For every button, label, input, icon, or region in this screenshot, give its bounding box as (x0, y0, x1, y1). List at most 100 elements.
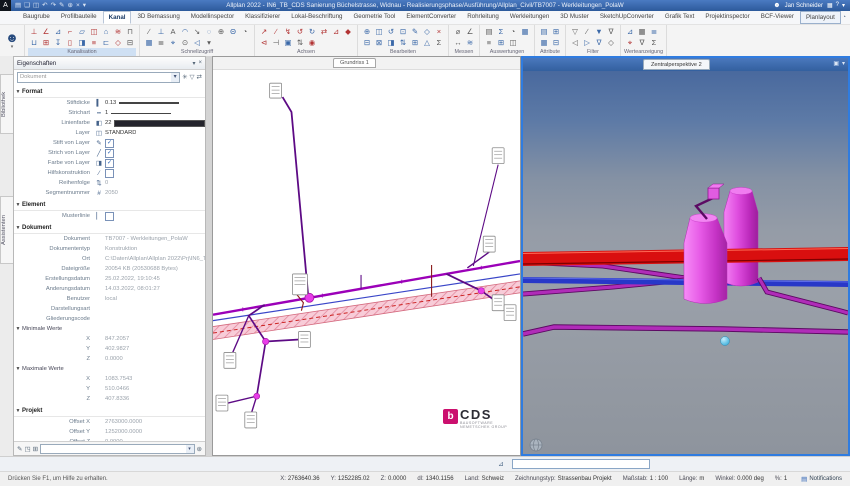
property-row[interactable]: Strich von Layer╱✓ (14, 148, 205, 158)
tool-icon[interactable]: ≡ (483, 37, 495, 48)
tool-icon[interactable]: ⊓ (124, 26, 136, 37)
tool-icon[interactable]: ⌀ (452, 26, 464, 37)
ribbon-tab-geometrie-tool[interactable]: Geometrie Tool (348, 11, 400, 24)
quick-access-icon[interactable]: ✎ (59, 0, 64, 11)
property-value[interactable]: ✓ (105, 159, 114, 168)
property-row[interactable]: DokumententypKonstruktion (14, 244, 205, 254)
tool-icon[interactable]: ≣ (155, 37, 167, 48)
tool-icon[interactable]: ∠ (40, 26, 52, 37)
property-row[interactable]: Y402.9827 (14, 344, 205, 354)
property-value[interactable]: 22 (105, 120, 205, 127)
tool-icon[interactable]: ↺ (294, 26, 306, 37)
maximize-icon[interactable]: ▣ (833, 60, 839, 67)
property-row[interactable]: Segmentnummer#2050 (14, 188, 205, 198)
tool-icon[interactable]: ▾ (203, 37, 215, 48)
favorite-combo[interactable]: ▾ (40, 444, 194, 454)
tool-icon[interactable]: ▽ (569, 26, 581, 37)
property-row[interactable]: OrtC:\Daten\Allplan\Allplan 2022\Prj\IN6… (14, 254, 205, 264)
property-row[interactable]: Reihenfolge⇅0 (14, 178, 205, 188)
tool-icon[interactable]: ⌖ (167, 37, 179, 48)
match-icon[interactable]: ✳ (182, 73, 187, 81)
checkbox[interactable] (105, 212, 114, 221)
chevron-down-icon[interactable]: ▾ (171, 73, 179, 82)
quick-access-icon[interactable]: × (76, 0, 80, 11)
chevron-down-icon[interactable]: ▾ (842, 60, 845, 67)
tool-icon[interactable]: ∕ (581, 26, 593, 37)
notifications-button[interactable]: ▤ Notifications (801, 475, 842, 483)
edit-icon[interactable]: ✎ (17, 445, 22, 453)
property-row[interactable]: Linienfarbe◧22 (14, 118, 205, 128)
perspective-view-tab[interactable]: Zentralperspektive 2 (643, 59, 710, 70)
tool-icon[interactable]: ∠ (464, 26, 476, 37)
tool-icon[interactable]: ⊞ (495, 37, 507, 48)
tool-icon[interactable]: ◫ (88, 26, 100, 37)
tool-icon[interactable]: ↗ (258, 26, 270, 37)
property-row[interactable]: Gliederungscode (14, 314, 205, 324)
tool-icon[interactable]: ◇ (605, 37, 617, 48)
tool-icon[interactable]: ⊡ (397, 26, 409, 37)
tool-icon[interactable]: ✎ (409, 26, 421, 37)
checkbox[interactable]: ✓ (105, 149, 114, 158)
pin-icon[interactable]: ▾ (192, 60, 195, 67)
ribbon-tab-bcf-viewer[interactable]: BCF-Viewer (756, 11, 799, 24)
property-row[interactable]: Hilfskonstruktion∕ (14, 168, 205, 178)
tool-icon[interactable]: ⌂ (100, 26, 112, 37)
side-tab-bibliothek[interactable]: Bibliothek (0, 74, 13, 134)
tool-icon[interactable]: Σ (433, 37, 445, 48)
tool-icon[interactable]: ⇅ (294, 37, 306, 48)
property-value[interactable]: STANDARD (105, 130, 136, 136)
tool-icon[interactable]: ⇄ (318, 26, 330, 37)
tool-icon[interactable]: ◠ (179, 26, 191, 37)
tool-icon[interactable]: ▯ (64, 37, 76, 48)
tool-icon[interactable]: ▼ (593, 26, 605, 37)
tool-icon[interactable]: ◫ (373, 26, 385, 37)
property-value[interactable]: ✓ (105, 149, 114, 158)
ribbon-tab-3d-bemassung[interactable]: 3D Bemassung (132, 11, 184, 24)
tool-icon[interactable]: ∇ (593, 37, 605, 48)
checkbox[interactable]: ✓ (105, 159, 114, 168)
property-value[interactable] (105, 169, 114, 178)
quick-access-icon[interactable]: ❏ (24, 0, 30, 11)
tool-icon[interactable]: × (433, 26, 445, 37)
ribbon-tab-baugrube[interactable]: Baugrube (18, 11, 55, 24)
ribbon-tab-lokal-beschriftung[interactable]: Lokal-Beschriftung (286, 11, 347, 24)
tool-icon[interactable]: ⊟ (361, 37, 373, 48)
property-row[interactable]: Erstellungsdatum25.02.2022, 19:10:45 (14, 274, 205, 284)
property-value[interactable]: 0.13 (105, 100, 179, 106)
perspective-canvas[interactable] (523, 71, 848, 454)
tool-icon[interactable]: ▤ (538, 26, 550, 37)
property-row[interactable]: ▼Minimale Werte (14, 324, 205, 334)
tool-icon[interactable]: ⌐ (64, 26, 76, 37)
tool-icon[interactable]: ⊟ (550, 37, 562, 48)
dialog-line-input[interactable] (512, 459, 650, 469)
ribbon-tab-grafik-text[interactable]: Grafik Text (660, 11, 699, 24)
tool-icon[interactable]: ↻ (306, 26, 318, 37)
tool-icon[interactable]: Θ (227, 26, 239, 37)
property-row[interactable]: Stiftdicke▍0.13 (14, 98, 205, 108)
ribbon-tab-projektinspector[interactable]: Projektinspector (700, 11, 754, 24)
tool-icon[interactable]: ⊕ (361, 26, 373, 37)
quick-access-icon[interactable]: ↷ (51, 0, 56, 11)
tool-icon[interactable]: ↺ (385, 26, 397, 37)
tool-icon[interactable]: ⊞ (550, 26, 562, 37)
tool-icon[interactable]: A (167, 26, 179, 37)
tool-icon[interactable]: ⊞ (40, 37, 52, 48)
app-menu-button[interactable]: A (0, 0, 11, 11)
tool-icon[interactable]: ⇅ (397, 37, 409, 48)
titlebar-icon[interactable]: ▦ (827, 2, 833, 9)
checkbox[interactable]: ✓ (105, 139, 114, 148)
tool-icon[interactable]: ◌ (203, 26, 215, 37)
plan-view-tab[interactable]: Grundriss 1 (333, 58, 376, 68)
ribbon-tab-klassifizierer[interactable]: Klassifizierer (240, 11, 285, 24)
tool-icon[interactable]: ↔ (452, 37, 464, 48)
tool-icon[interactable]: ▦ (143, 37, 155, 48)
quick-access-icon[interactable]: ▤ (15, 0, 21, 11)
tool-icon[interactable]: ⊔ (28, 37, 40, 48)
property-value[interactable]: 1 (105, 110, 171, 116)
tool-icon[interactable]: ◫ (507, 37, 519, 48)
tool-icon[interactable]: ⊟ (124, 37, 136, 48)
ribbon-tab-kanal[interactable]: Kanal (103, 11, 132, 24)
property-row[interactable]: X847.2057 (14, 334, 205, 344)
property-filter-combo[interactable]: Dokument ▾ (17, 72, 180, 83)
tool-icon[interactable]: ↧ (52, 37, 64, 48)
